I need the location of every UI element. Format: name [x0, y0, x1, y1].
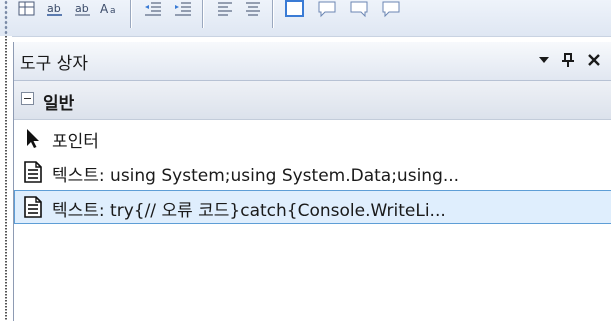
screen: ab ab Aa 도구 상자 일반 포인터 텍스트: using System;…	[0, 0, 611, 321]
window-position-dropdown-icon[interactable]	[533, 48, 555, 72]
group-header-general[interactable]: 일반	[14, 81, 611, 120]
align-left-icon[interactable]	[212, 0, 238, 24]
increase-indent-icon[interactable]	[170, 0, 196, 24]
toolbox-title-bar[interactable]: 도구 상자	[14, 42, 611, 81]
toolbox-item-label: 텍스트: try{// 오류 코드}catch{Console.WriteLi.…	[52, 201, 446, 221]
comment-forward-icon[interactable]	[346, 0, 372, 24]
toolbox-item-label: 텍스트: using System;using System.Data;usin…	[52, 166, 460, 186]
formatting-toolbar: ab ab Aa	[0, 0, 611, 37]
toolbar-grip[interactable]	[4, 0, 8, 34]
window-left-edge	[0, 36, 12, 321]
comment-back-icon[interactable]	[314, 0, 340, 24]
table-icon[interactable]	[14, 0, 40, 24]
svg-text:ab: ab	[75, 2, 89, 15]
pin-icon[interactable]	[557, 48, 579, 72]
toolbox-item-label: 포인터	[52, 132, 99, 152]
align-center-icon[interactable]	[240, 0, 266, 24]
toolbox-item-text-snippet[interactable]: 텍스트: using System;using System.Data;usin…	[14, 155, 611, 189]
insert-field-icon[interactable]: ab	[42, 0, 68, 24]
font-size-icon[interactable]: Aa	[98, 0, 124, 24]
border-box-icon[interactable]	[282, 0, 308, 24]
pointer-arrow-icon	[27, 129, 39, 148]
decrease-indent-icon[interactable]	[140, 0, 166, 24]
toolbar-separator	[272, 0, 273, 28]
group-label: 일반	[43, 94, 75, 114]
svg-text:a: a	[110, 6, 116, 16]
svg-text:A: A	[100, 2, 109, 16]
svg-text:ab: ab	[47, 2, 61, 15]
toolbox-item-pointer[interactable]: 포인터	[14, 121, 611, 155]
toolbar-separator	[202, 0, 203, 28]
close-icon[interactable]	[583, 48, 605, 72]
text-document-icon	[24, 196, 42, 218]
toolbar-separator	[130, 0, 131, 28]
edit-field-icon[interactable]: ab	[70, 0, 96, 24]
text-document-icon	[24, 161, 42, 183]
collapse-minus-icon[interactable]	[21, 92, 34, 105]
toolbox-item-text-snippet-selected[interactable]: 텍스트: try{// 오류 코드}catch{Console.WriteLi.…	[14, 190, 611, 224]
splitter-dots[interactable]	[5, 36, 7, 321]
toolbox-panel: 도구 상자 일반 포인터 텍스트: using System;using Sys…	[13, 42, 611, 321]
comment-icon[interactable]	[378, 0, 404, 24]
toolbox-title: 도구 상자	[20, 54, 88, 74]
